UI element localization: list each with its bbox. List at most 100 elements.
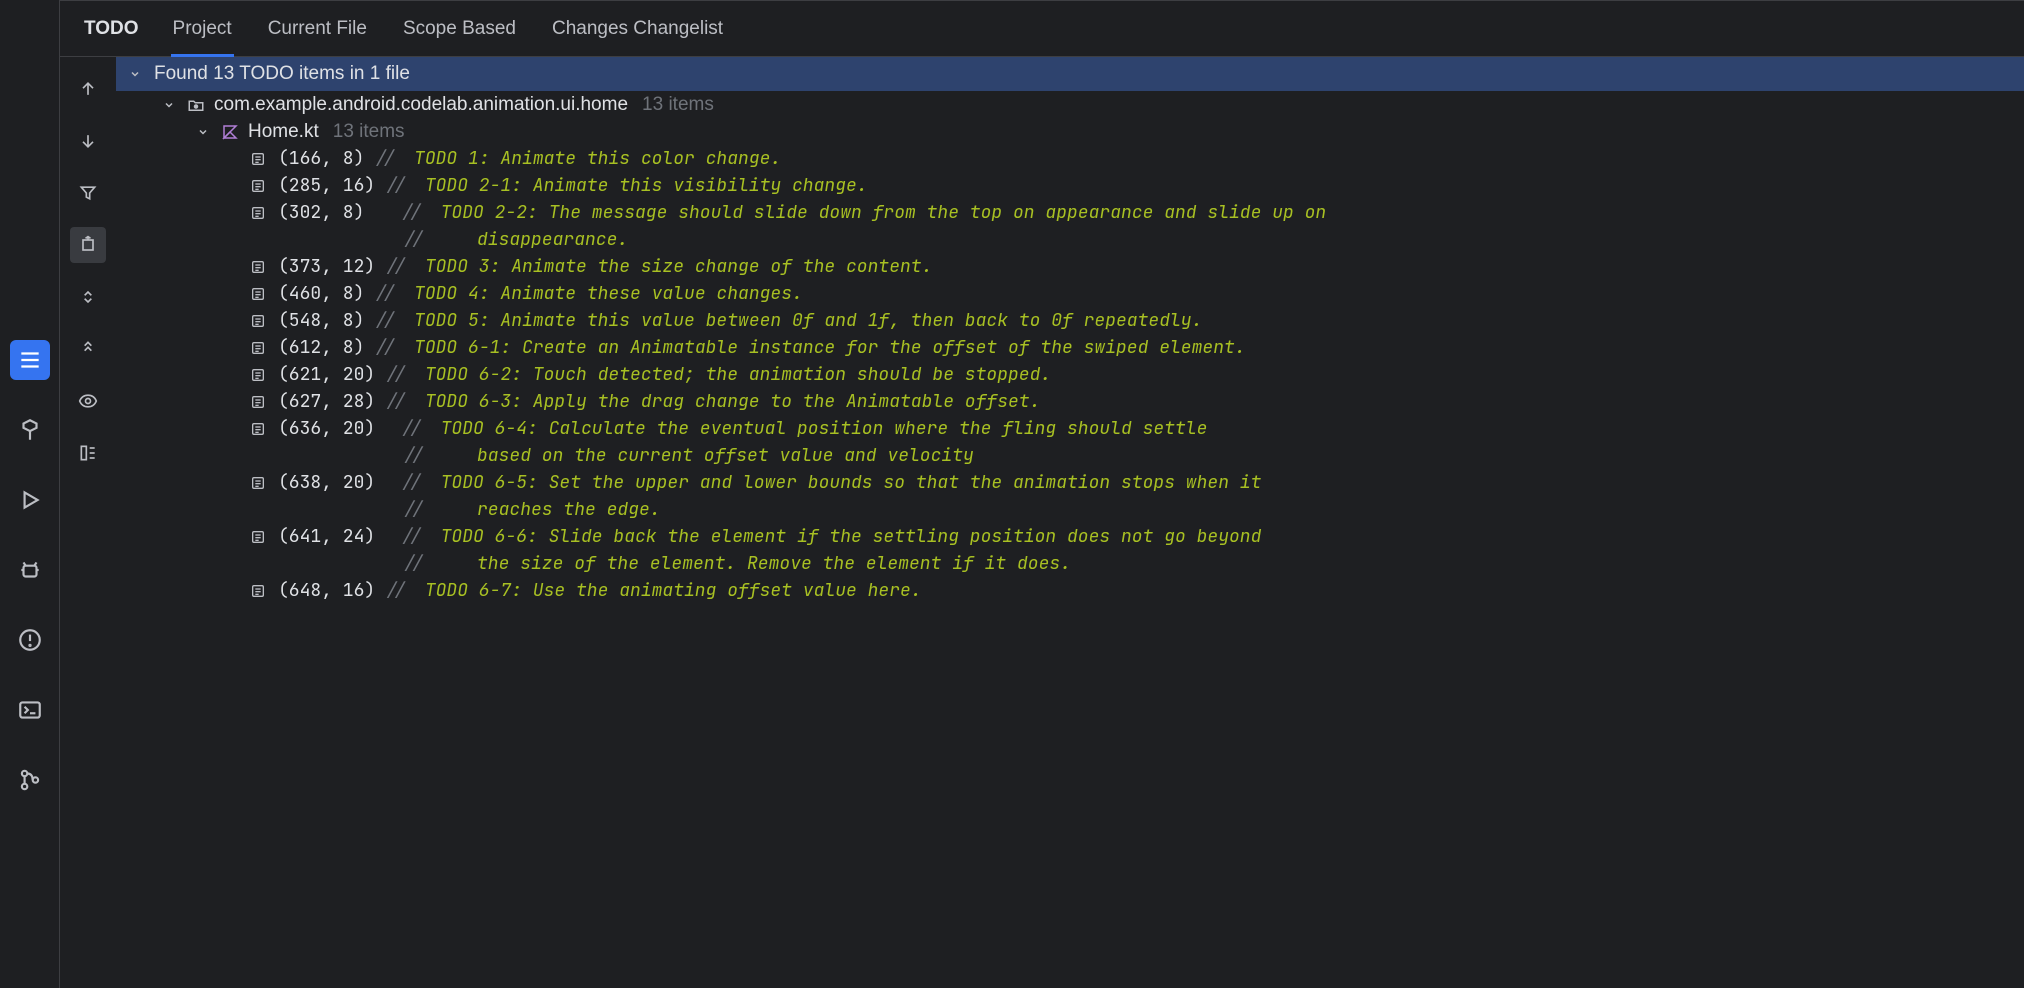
chevron-down-icon[interactable] [194,126,212,138]
arrow-up-icon[interactable] [70,71,106,107]
tool-column [60,57,116,988]
comment-marker: // [374,147,396,170]
text-item-icon [248,257,268,277]
todo-panel: TODO Project Current File Scope Based Ch… [60,0,2024,988]
comment-marker: // [401,525,423,548]
todo-item[interactable]: (648, 16) // TODO 6-7: Use the animating o… [116,577,2024,604]
package-name: com.example.android.codelab.animation.ui… [214,94,628,116]
todo-text: TODO 4: Animate these value changes. [414,282,803,305]
logcat-tool-icon[interactable] [10,550,50,590]
todo-continuation[interactable]: // disappearance. [116,226,2024,253]
todo-text: TODO 1: Animate this color change. [414,147,781,170]
todo-continuation-text: disappearance. [477,228,628,251]
package-row[interactable]: com.example.android.codelab.animation.ui… [116,91,2024,118]
todo-item[interactable]: (166, 8) // TODO 1: Animate this color cha… [116,145,2024,172]
comment-marker: // [403,552,429,575]
todo-item[interactable]: (636, 20)//TODO 6-4: Calculate the event… [116,415,2024,442]
todo-continuation[interactable]: //reaches the edge. [116,496,2024,523]
todo-location: (285, 16) [278,174,375,197]
file-count: 13 items [333,121,405,143]
text-item-icon [248,392,268,412]
chevron-down-icon[interactable] [126,68,144,80]
expand-collapse-icon[interactable] [70,279,106,315]
comment-marker: // [401,417,423,440]
text-item-icon [248,284,268,304]
todo-location: (302, 8) [278,201,391,224]
file-row[interactable]: Home.kt 13 items [116,118,2024,145]
tab-changes-changelist[interactable]: Changes Changelist [550,4,725,54]
todo-item[interactable]: (627, 28)//TODO 6-3: Apply the drag chan… [116,388,2024,415]
comment-marker: // [403,228,429,251]
run-tool-icon[interactable] [10,480,50,520]
preview-icon[interactable] [70,383,106,419]
text-item-icon [248,338,268,358]
todo-item[interactable]: (302, 8) // TODO 2-2: The message should s… [116,199,2024,226]
build-tool-icon[interactable] [10,410,50,450]
comment-marker: // [385,255,407,278]
tab-current-file[interactable]: Current File [266,4,369,54]
todo-tool-icon[interactable] [10,340,50,380]
todo-text: TODO 5: Animate this value between 0f an… [414,309,1202,332]
panel-title: TODO [84,18,139,40]
text-item-icon [248,203,268,223]
collapse-all-icon[interactable] [70,331,106,367]
todo-location: (612, 8) [278,336,364,359]
tab-project[interactable]: Project [171,4,234,57]
todo-item[interactable]: (373, 12)//TODO 3: Animate the size chan… [116,253,2024,280]
todo-item[interactable]: (638, 20) // TODO 6-5: Set the upper and l… [116,469,2024,496]
ide-left-sidebar [0,0,60,988]
todo-text: TODO 6-7: Use the animating offset value… [425,579,922,602]
comment-marker: // [374,336,396,359]
todo-text: TODO 6-5: Set the upper and lower bounds… [441,471,1262,494]
summary-text: Found 13 TODO items in 1 file [154,63,410,85]
todo-continuation-text: the size of the element. Remove the elem… [477,552,1071,575]
todo-continuation[interactable]: // based on the current offset value and … [116,442,2024,469]
todo-location: (166, 8) [278,147,364,170]
terminal-tool-icon[interactable] [10,690,50,730]
todo-location: (648, 16) [278,579,375,602]
comment-marker: // [385,579,407,602]
todo-item[interactable]: (460, 8) // TODO 4: Animate these value ch… [116,280,2024,307]
todo-continuation[interactable]: // the size of the element. Remove the el… [116,550,2024,577]
comment-marker: // [374,282,396,305]
text-item-icon [248,311,268,331]
chevron-down-icon[interactable] [160,99,178,111]
todo-item[interactable]: (548, 8)//TODO 5: Animate this value bet… [116,307,2024,334]
vcs-tool-icon[interactable] [10,760,50,800]
todo-location: (373, 12) [278,255,375,278]
todo-text: TODO 6-1: Create an Animatable instance … [414,336,1246,359]
todo-location: (641, 24) [278,525,391,548]
group-by-icon[interactable] [70,435,106,471]
comment-marker: // [403,444,429,467]
summary-row[interactable]: Found 13 TODO items in 1 file [116,57,2024,91]
todo-location: (460, 8) [278,282,364,305]
arrow-down-icon[interactable] [70,123,106,159]
text-item-icon [248,473,268,493]
package-count: 13 items [642,94,714,116]
todo-item[interactable]: (612, 8) // TODO 6-1: Create an Animatable… [116,334,2024,361]
todo-text: TODO 6-2: Touch detected; the animation … [425,363,1051,386]
comment-marker: // [401,471,423,494]
todo-list: (166, 8) // TODO 1: Animate this color cha… [116,145,2024,604]
filter-icon[interactable] [70,175,106,211]
comment-marker: // [401,201,423,224]
todo-text: TODO 2-2: The message should slide down … [441,201,1327,224]
todo-item[interactable]: (621, 20)//TODO 6-2: Touch detected; the… [116,361,2024,388]
todo-item[interactable]: (641, 24) // TODO 6-6: Slide back the elem… [116,523,2024,550]
comment-marker: // [403,498,429,521]
problems-tool-icon[interactable] [10,620,50,660]
todo-location: (638, 20) [278,471,391,494]
todo-continuation-text: based on the current offset value and ve… [477,444,974,467]
autoscroll-icon[interactable] [70,227,106,263]
todo-location: (636, 20) [278,417,391,440]
todo-text: TODO 6-6: Slide back the element if the … [441,525,1262,548]
text-item-icon [248,527,268,547]
todo-location: (548, 8) [278,309,364,332]
tab-scope-based[interactable]: Scope Based [401,4,518,54]
tab-bar: TODO Project Current File Scope Based Ch… [60,1,2024,57]
text-item-icon [248,581,268,601]
package-icon [186,95,206,115]
todo-item[interactable]: (285, 16)//TODO 2-1: Animate this visibi… [116,172,2024,199]
todo-tree[interactable]: Found 13 TODO items in 1 file com.exampl… [116,57,2024,988]
comment-marker: // [385,363,407,386]
